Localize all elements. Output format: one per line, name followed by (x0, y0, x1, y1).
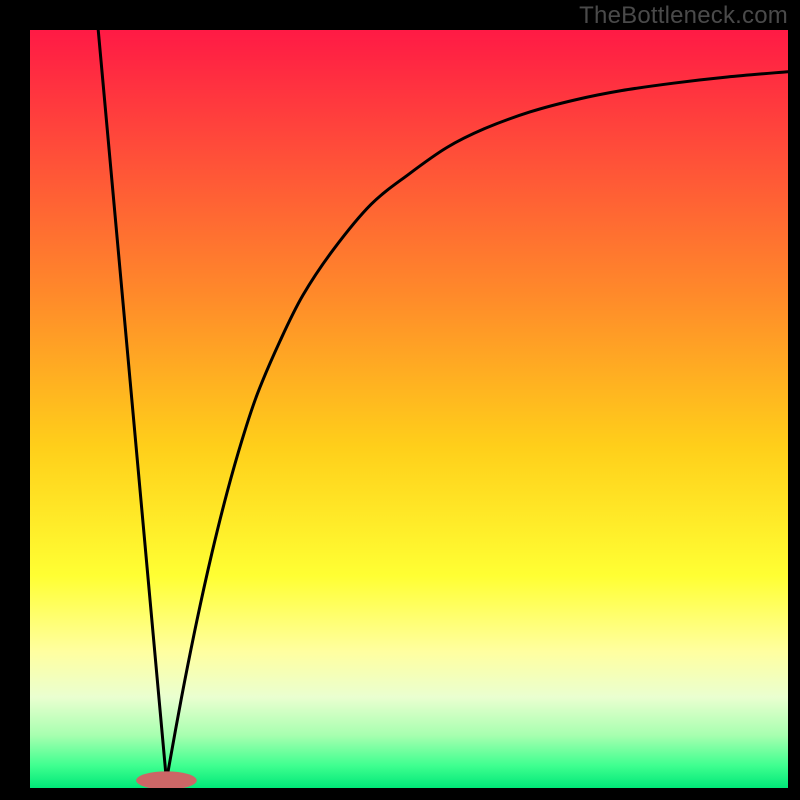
bottleneck-chart (30, 30, 788, 788)
watermark-text: TheBottleneck.com (579, 2, 788, 30)
plot-area (30, 30, 788, 788)
gradient-background (30, 30, 788, 788)
chart-frame: TheBottleneck.com (0, 0, 800, 800)
